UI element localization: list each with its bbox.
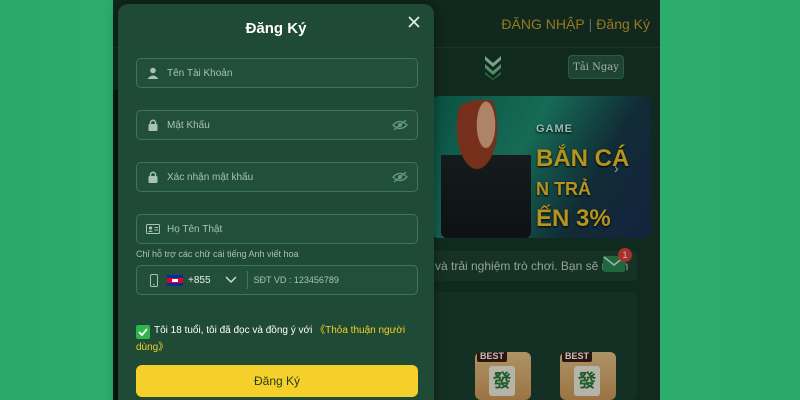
- agreement: Tôi 18 tuổi, tôi đã đọc và đồng ý với 《T…: [136, 322, 426, 356]
- lock-icon: [145, 169, 161, 185]
- agree-text: Tôi 18 tuổi, tôi đã đọc và đồng ý với: [154, 325, 313, 336]
- cambodia-flag-icon: [167, 274, 183, 286]
- lock-icon: [145, 117, 161, 133]
- phone-field: +855: [136, 265, 418, 295]
- user-icon: [145, 65, 161, 81]
- username-field: [136, 58, 418, 88]
- phone-icon: [149, 272, 159, 288]
- confirm-password-input[interactable]: [167, 171, 391, 183]
- chevron-down-icon[interactable]: [225, 276, 237, 284]
- fullname-field: [136, 214, 418, 244]
- dial-code[interactable]: +855: [188, 275, 211, 286]
- close-icon[interactable]: [404, 12, 424, 32]
- register-modal: Đăng Ký Chỉ hỗ trợ các chữ cái tiếng: [118, 4, 434, 400]
- password-field: [136, 110, 418, 140]
- id-card-icon: [145, 221, 161, 237]
- phone-input[interactable]: [253, 275, 417, 285]
- username-input[interactable]: [167, 67, 417, 79]
- password-input[interactable]: [167, 119, 391, 131]
- eye-off-icon[interactable]: [391, 170, 409, 184]
- eye-off-icon[interactable]: [391, 118, 409, 132]
- register-submit-button[interactable]: Đăng Ký: [136, 365, 418, 397]
- phone-separator: [246, 271, 248, 289]
- confirm-password-field: [136, 162, 418, 192]
- agree-checkbox[interactable]: [136, 325, 150, 339]
- fullname-input[interactable]: [167, 223, 417, 235]
- modal-title: Đăng Ký: [245, 20, 307, 37]
- fullname-hint: Chỉ hỗ trợ các chữ cái tiếng Anh viết ho…: [136, 249, 299, 259]
